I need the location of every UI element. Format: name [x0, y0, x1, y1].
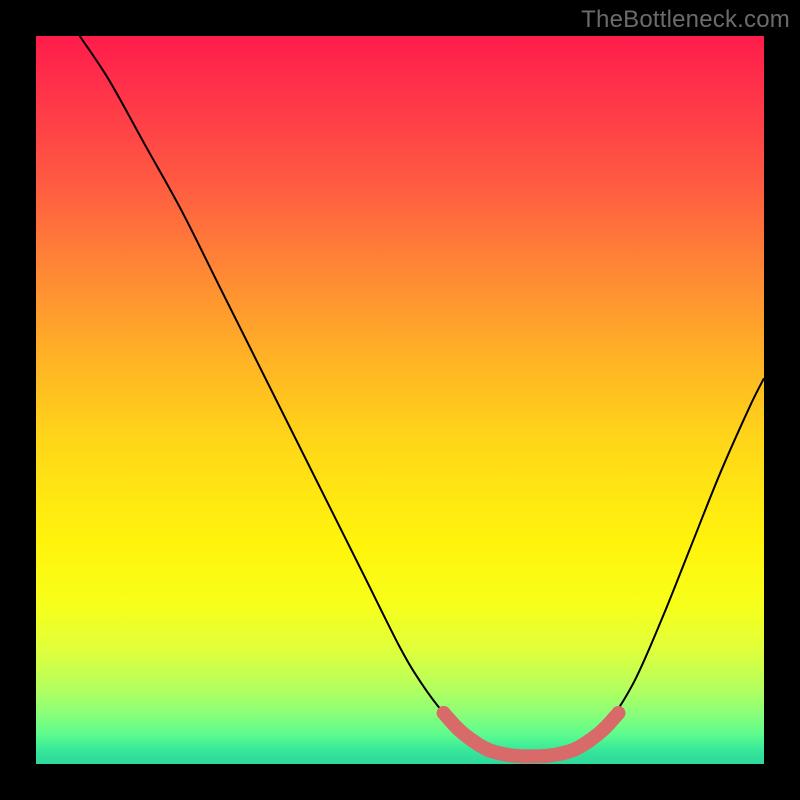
marker-dot: [611, 706, 625, 720]
bottleneck-curve: [80, 36, 764, 757]
marker-dot: [509, 749, 523, 763]
marker-dot: [568, 742, 582, 756]
marker-dot: [553, 747, 567, 761]
marker-dot: [597, 722, 611, 736]
marker-dot: [582, 734, 596, 748]
chart-svg: [36, 36, 764, 764]
watermark-text: TheBottleneck.com: [581, 6, 790, 34]
chart-plot-area: [36, 36, 764, 764]
marker-dot: [451, 722, 465, 736]
marker-dot: [524, 749, 538, 763]
marker-dot: [437, 706, 451, 720]
marker-dot: [495, 747, 509, 761]
chart-frame: TheBottleneck.com: [0, 0, 800, 800]
marker-dot: [466, 734, 480, 748]
marker-dot: [480, 742, 494, 756]
marker-dot: [539, 749, 553, 763]
